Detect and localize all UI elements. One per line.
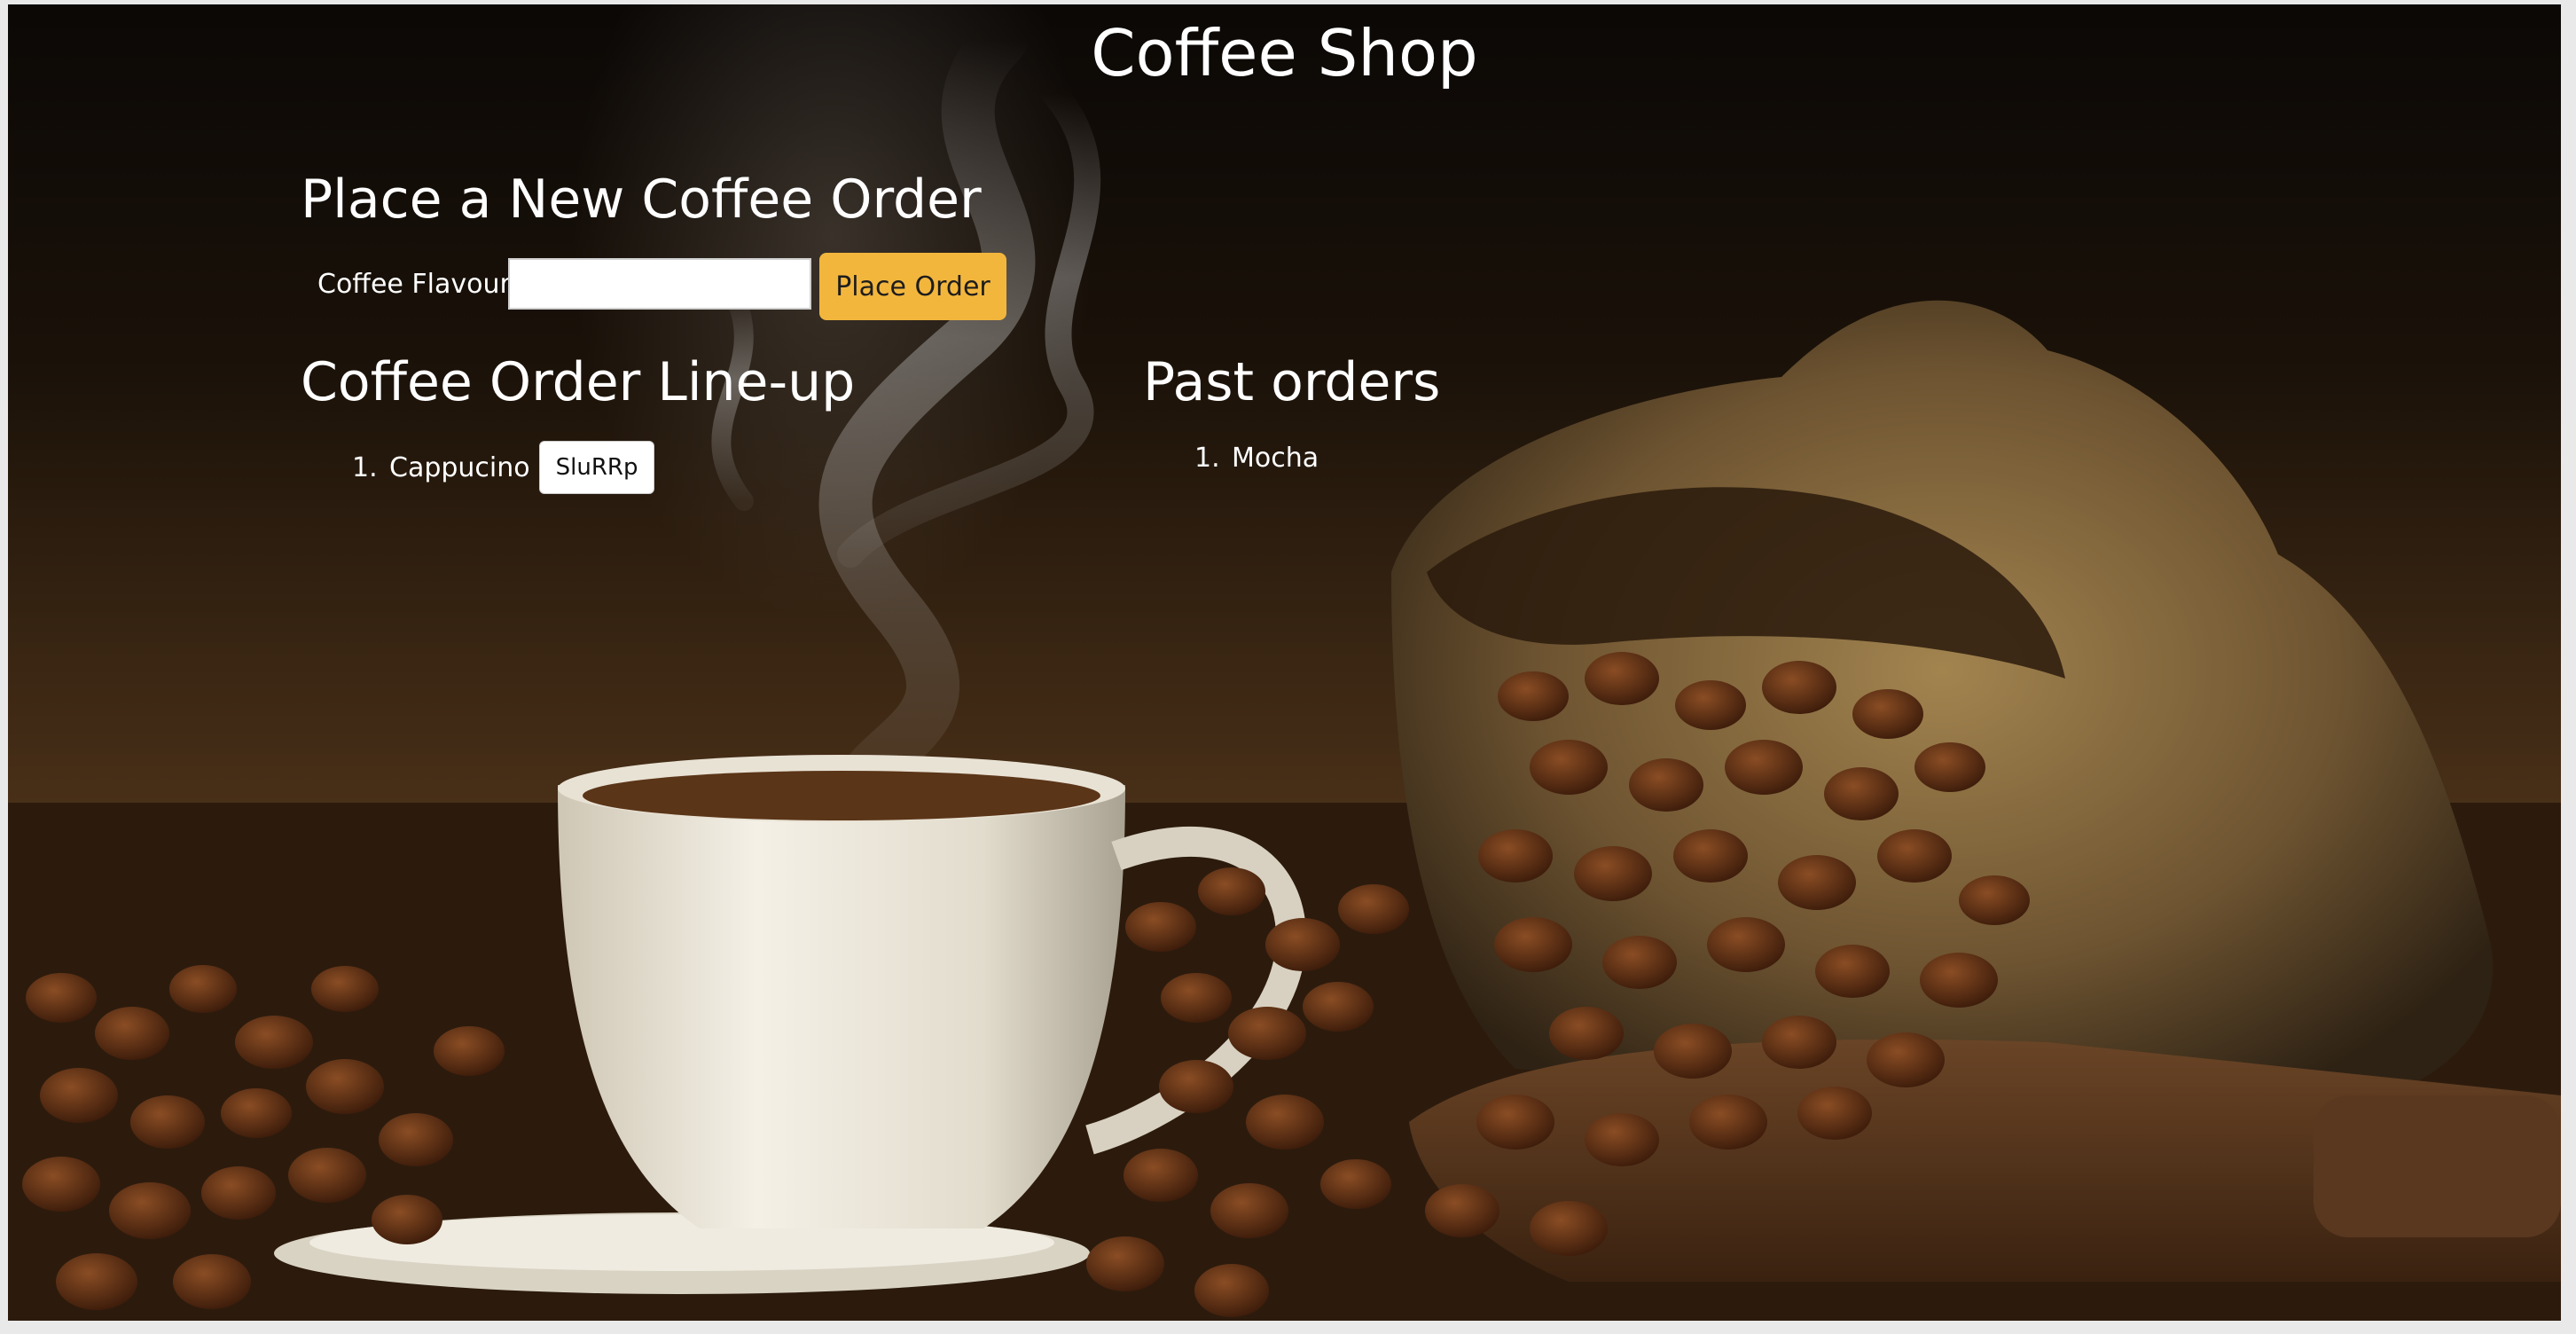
order-lineup-heading: Coffee Order Line-up <box>301 351 856 413</box>
past-order-number: 1. <box>1194 443 1220 474</box>
new-order-heading: Place a New Coffee Order <box>301 169 982 231</box>
past-orders-heading: Past orders <box>1143 351 1441 413</box>
past-orders-list: 1. Mocha <box>1194 443 1319 474</box>
past-order-item: 1. Mocha <box>1194 443 1319 474</box>
page-title: Coffee Shop <box>1091 16 1478 90</box>
coffee-flavour-input[interactable] <box>508 258 811 310</box>
order-lineup-list: 1. Cappucino SluRRp <box>352 441 655 494</box>
coffee-flavour-label: Coffee Flavour: <box>317 269 520 300</box>
lineup-list-item: 1. Cappucino SluRRp <box>352 441 655 494</box>
lineup-item-name: Cappucino <box>389 451 530 483</box>
slurrp-button[interactable]: SluRRp <box>538 441 655 494</box>
lineup-item-number: 1. <box>352 451 378 483</box>
page-background: Coffee Shop Place a New Coffee Order Cof… <box>8 4 2561 1321</box>
past-order-name: Mocha <box>1232 443 1319 474</box>
place-order-button[interactable]: Place Order <box>819 253 1006 320</box>
